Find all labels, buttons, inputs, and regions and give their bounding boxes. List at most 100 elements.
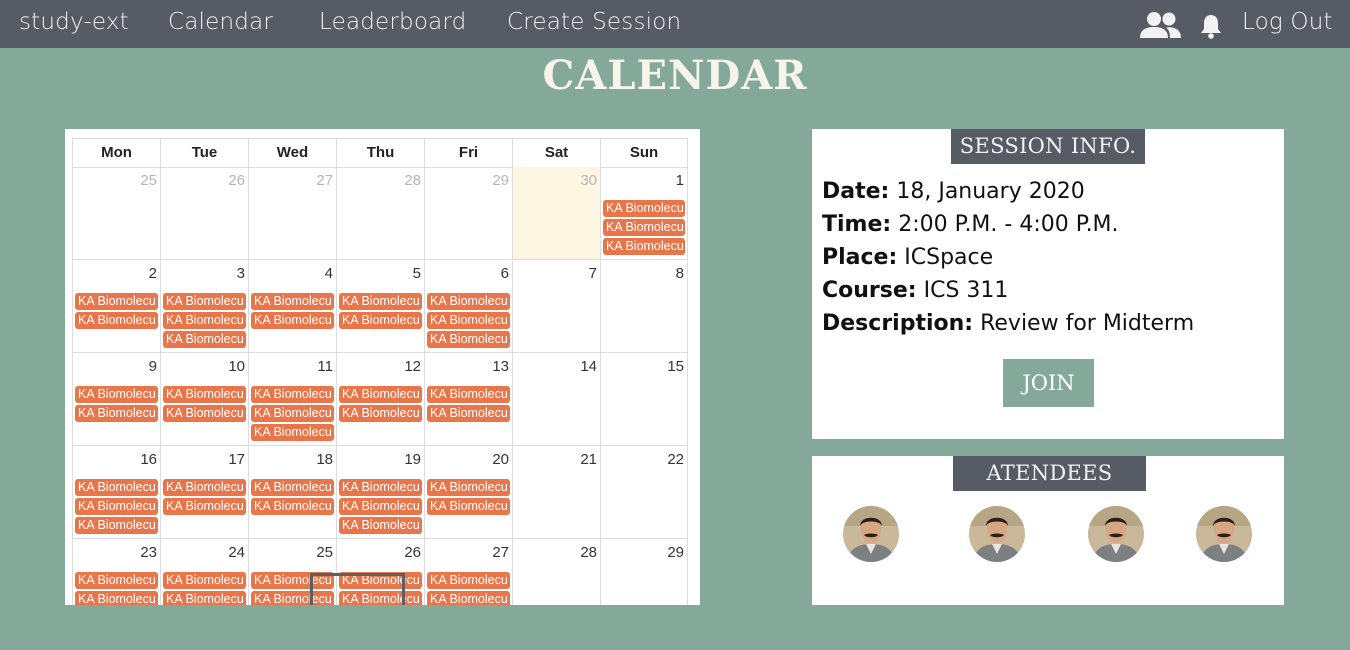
calendar-event[interactable]: KA Biomolecu bbox=[251, 479, 334, 496]
calendar-event[interactable]: KA Biomolecu bbox=[251, 386, 334, 403]
calendar-day-cell[interactable]: 14 bbox=[512, 353, 600, 446]
calendar-day-cell[interactable]: 23 KA Biomolecu KA Biomolecu bbox=[72, 539, 160, 605]
day-number: 5 bbox=[412, 265, 421, 282]
attendee-avatar[interactable] bbox=[969, 506, 1025, 562]
calendar-event[interactable]: KA Biomolecu bbox=[163, 572, 246, 589]
calendar-day-cell[interactable]: 29 bbox=[600, 539, 688, 605]
calendar-day-cell[interactable]: 7 bbox=[512, 260, 600, 353]
calendar-day-cell[interactable]: 13 KA Biomolecu KA Biomolecu bbox=[424, 353, 512, 446]
calendar-event[interactable]: KA Biomolecu bbox=[339, 572, 422, 589]
calendar-event[interactable]: KA Biomolecu bbox=[603, 219, 685, 236]
attendee-avatar[interactable] bbox=[843, 506, 899, 562]
calendar-event[interactable]: KA Biomolecu bbox=[251, 424, 334, 441]
calendar-day-cell[interactable]: 10 KA Biomolecu KA Biomolecu bbox=[160, 353, 248, 446]
calendar-event[interactable]: KA Biomolecu bbox=[251, 312, 334, 329]
calendar-day-cell[interactable]: 26 bbox=[160, 167, 248, 260]
calendar-event[interactable]: KA Biomolecu bbox=[75, 386, 158, 403]
calendar-event[interactable]: KA Biomolecu bbox=[75, 517, 158, 534]
calendar-day-cell[interactable]: 30 bbox=[512, 167, 600, 260]
day-number: 10 bbox=[228, 358, 245, 375]
calendar-event[interactable]: KA Biomolecu bbox=[427, 386, 510, 403]
people-icon[interactable] bbox=[1140, 11, 1182, 39]
calendar-event[interactable]: KA Biomolecu bbox=[163, 591, 246, 605]
nav-calendar[interactable]: Calendar bbox=[168, 9, 273, 35]
calendar-event[interactable]: KA Biomolecu bbox=[427, 293, 510, 310]
calendar-event[interactable]: KA Biomolecu bbox=[163, 293, 246, 310]
calendar-event[interactable]: KA Biomolecu bbox=[339, 591, 422, 605]
calendar-day-cell[interactable]: 5 KA Biomolecu KA Biomolecu bbox=[336, 260, 424, 353]
calendar-day-cell[interactable]: 16 KA Biomolecu KA Biomolecu KA Biomolecu bbox=[72, 446, 160, 539]
calendar-event[interactable]: KA Biomolecu bbox=[427, 312, 510, 329]
calendar-event[interactable]: KA Biomolecu bbox=[251, 498, 334, 515]
calendar-event[interactable]: KA Biomolecu bbox=[339, 386, 422, 403]
calendar-day-cell[interactable]: 12 KA Biomolecu KA Biomolecu bbox=[336, 353, 424, 446]
calendar-day-cell[interactable]: 15 bbox=[600, 353, 688, 446]
calendar-day-cell[interactable]: 3 KA Biomolecu KA Biomolecu KA Biomolecu bbox=[160, 260, 248, 353]
calendar-event[interactable]: KA Biomolecu bbox=[427, 591, 510, 605]
calendar-event[interactable]: KA Biomolecu bbox=[339, 312, 422, 329]
calendar-day-cell[interactable]: 22 bbox=[600, 446, 688, 539]
calendar-event[interactable]: KA Biomolecu bbox=[163, 386, 246, 403]
calendar-event[interactable]: KA Biomolecu bbox=[603, 238, 685, 255]
calendar-event[interactable]: KA Biomolecu bbox=[427, 572, 510, 589]
calendar-event[interactable]: KA Biomolecu bbox=[339, 293, 422, 310]
calendar-event[interactable]: KA Biomolecu bbox=[75, 293, 158, 310]
calendar-event[interactable]: KA Biomolecu bbox=[251, 572, 334, 589]
calendar-day-cell[interactable]: 27 KA Biomolecu KA Biomolecu bbox=[424, 539, 512, 605]
bell-icon[interactable] bbox=[1200, 13, 1222, 39]
attendee-avatar[interactable] bbox=[1088, 506, 1144, 562]
calendar-event[interactable]: KA Biomolecu bbox=[427, 405, 510, 422]
nav-leaderboard[interactable]: Leaderboard bbox=[319, 9, 466, 35]
calendar-event[interactable]: KA Biomolecu bbox=[163, 331, 246, 348]
join-button[interactable]: JOIN bbox=[1003, 359, 1094, 407]
calendar-day-cell[interactable]: 1 KA Biomolecu KA Biomolecu KA Biomolecu bbox=[600, 167, 688, 260]
calendar-event[interactable]: KA Biomolecu bbox=[163, 405, 246, 422]
calendar-day-cell[interactable]: 21 bbox=[512, 446, 600, 539]
nav-create-session[interactable]: Create Session bbox=[507, 9, 681, 35]
calendar-event[interactable]: KA Biomolecu bbox=[339, 479, 422, 496]
calendar-day-cell[interactable]: 11 KA Biomolecu KA Biomolecu KA Biomolecu bbox=[248, 353, 336, 446]
calendar-event[interactable]: KA Biomolecu bbox=[339, 517, 422, 534]
calendar-day-cell[interactable]: 25 KA Biomolecu KA Biomolecu bbox=[248, 539, 336, 605]
calendar-day-cell[interactable]: 2 KA Biomolecu KA Biomolecu bbox=[72, 260, 160, 353]
calendar-event[interactable]: KA Biomolecu bbox=[339, 405, 422, 422]
calendar-event[interactable]: KA Biomolecu bbox=[251, 591, 334, 605]
calendar-event[interactable]: KA Biomolecu bbox=[427, 331, 510, 348]
person-photo bbox=[969, 506, 1025, 562]
calendar-event[interactable]: KA Biomolecu bbox=[251, 405, 334, 422]
calendar-day-cell[interactable]: 6 KA Biomolecu KA Biomolecu KA Biomolecu bbox=[424, 260, 512, 353]
calendar-event[interactable]: KA Biomolecu bbox=[339, 498, 422, 515]
calendar-day-cell[interactable]: 19 KA Biomolecu KA Biomolecu KA Biomolecu bbox=[336, 446, 424, 539]
calendar-event[interactable]: KA Biomolecu bbox=[427, 479, 510, 496]
calendar-event[interactable]: KA Biomolecu bbox=[75, 312, 158, 329]
calendar-event[interactable]: KA Biomolecu bbox=[163, 498, 246, 515]
nav-brand[interactable]: study-ext bbox=[19, 9, 129, 35]
calendar-day-cell[interactable]: 24 KA Biomolecu KA Biomolecu bbox=[160, 539, 248, 605]
attendee-avatar[interactable] bbox=[1196, 506, 1252, 562]
calendar-day-cell[interactable]: 18 KA Biomolecu KA Biomolecu bbox=[248, 446, 336, 539]
calendar-event[interactable]: KA Biomolecu bbox=[75, 572, 158, 589]
calendar-event[interactable]: KA Biomolecu bbox=[163, 312, 246, 329]
calendar-event[interactable]: KA Biomolecu bbox=[75, 405, 158, 422]
calendar-event[interactable]: KA Biomolecu bbox=[75, 498, 158, 515]
calendar-event[interactable]: KA Biomolecu bbox=[427, 498, 510, 515]
calendar-day-cell[interactable]: 28 bbox=[336, 167, 424, 260]
calendar-event[interactable]: KA Biomolecu bbox=[75, 479, 158, 496]
calendar-day-cell[interactable]: 9 KA Biomolecu KA Biomolecu bbox=[72, 353, 160, 446]
logout-link[interactable]: Log Out bbox=[1242, 9, 1333, 35]
calendar-event[interactable]: KA Biomolecu bbox=[603, 200, 685, 217]
calendar-day-cell[interactable]: 17 KA Biomolecu KA Biomolecu bbox=[160, 446, 248, 539]
calendar-day-cell[interactable]: 20 KA Biomolecu KA Biomolecu bbox=[424, 446, 512, 539]
date-line: Date: 18, January 2020 bbox=[822, 179, 1085, 204]
calendar-event[interactable]: KA Biomolecu bbox=[75, 591, 158, 605]
calendar-day-cell[interactable]: 26 KA Biomolecu KA Biomolecu bbox=[336, 539, 424, 605]
calendar-day-cell[interactable]: 8 bbox=[600, 260, 688, 353]
calendar-day-cell[interactable]: 29 bbox=[424, 167, 512, 260]
calendar-day-cell[interactable]: 25 bbox=[72, 167, 160, 260]
calendar-event[interactable]: KA Biomolecu bbox=[163, 479, 246, 496]
weekday-thu: Thu bbox=[336, 138, 424, 168]
calendar-day-cell[interactable]: 27 bbox=[248, 167, 336, 260]
calendar-day-cell[interactable]: 4 KA Biomolecu KA Biomolecu bbox=[248, 260, 336, 353]
calendar-event[interactable]: KA Biomolecu bbox=[251, 293, 334, 310]
calendar-day-cell[interactable]: 28 bbox=[512, 539, 600, 605]
